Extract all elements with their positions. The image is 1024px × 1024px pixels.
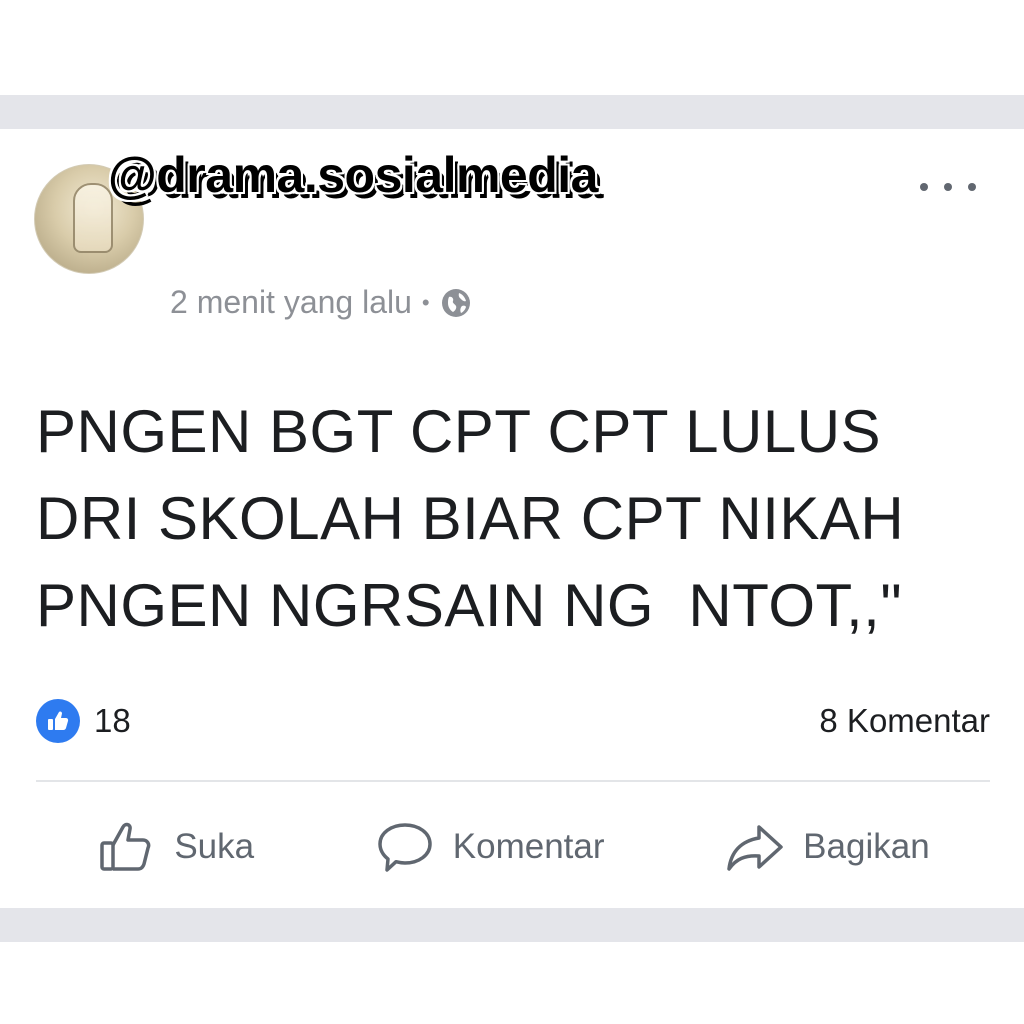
more-options-button[interactable]: [920, 172, 976, 202]
meta-separator: •: [421, 289, 430, 315]
post-text-line: DRI SKOLAH BIAR CPT NIKAH: [36, 485, 905, 552]
globe-icon[interactable]: [440, 287, 472, 319]
bottom-separator-band: [0, 908, 1024, 942]
comment-button-label: Komentar: [452, 827, 605, 866]
post-timestamp[interactable]: 2 menit yang lalu: [170, 284, 412, 321]
like-button[interactable]: Suka: [96, 817, 254, 877]
action-bar: Suka Komentar Bagikan: [36, 812, 990, 882]
post-text-line: PNGEN BGT CPT CPT LULUS: [36, 398, 882, 465]
like-count: 18: [94, 702, 131, 739]
more-dot-icon: [920, 183, 928, 191]
share-arrow-icon: [727, 825, 783, 871]
thumbs-up-outline-icon: [100, 822, 151, 871]
share-button[interactable]: Bagikan: [725, 817, 930, 877]
post-screenshot: @drama.sosialmedia 2 menit yang lalu • P…: [0, 0, 1024, 1024]
watermark-username: @drama.sosialmedia: [108, 147, 598, 203]
top-separator-band: [0, 95, 1024, 129]
post-text-line: PNGEN NGRSAIN NG NTOT,,": [36, 572, 903, 639]
comment-button[interactable]: Komentar: [375, 817, 605, 877]
post-body: PNGEN BGT CPT CPT LULUS DRI SKOLAH BIAR …: [36, 388, 996, 649]
more-dot-icon: [968, 183, 976, 191]
reaction-stats: 18 8 Komentar: [36, 696, 990, 746]
like-summary[interactable]: 18: [36, 699, 131, 743]
like-button-label: Suka: [174, 827, 255, 866]
more-dot-icon: [944, 183, 952, 191]
comment-count[interactable]: 8 Komentar: [819, 702, 990, 740]
share-button-label: Bagikan: [803, 827, 930, 866]
post-meta: 2 menit yang lalu •: [170, 284, 472, 321]
like-badge-icon: [36, 699, 80, 743]
divider: [36, 780, 990, 782]
avatar-figure: [73, 183, 113, 253]
thumbs-up-icon: [48, 711, 69, 730]
speech-bubble-icon: [378, 823, 432, 872]
